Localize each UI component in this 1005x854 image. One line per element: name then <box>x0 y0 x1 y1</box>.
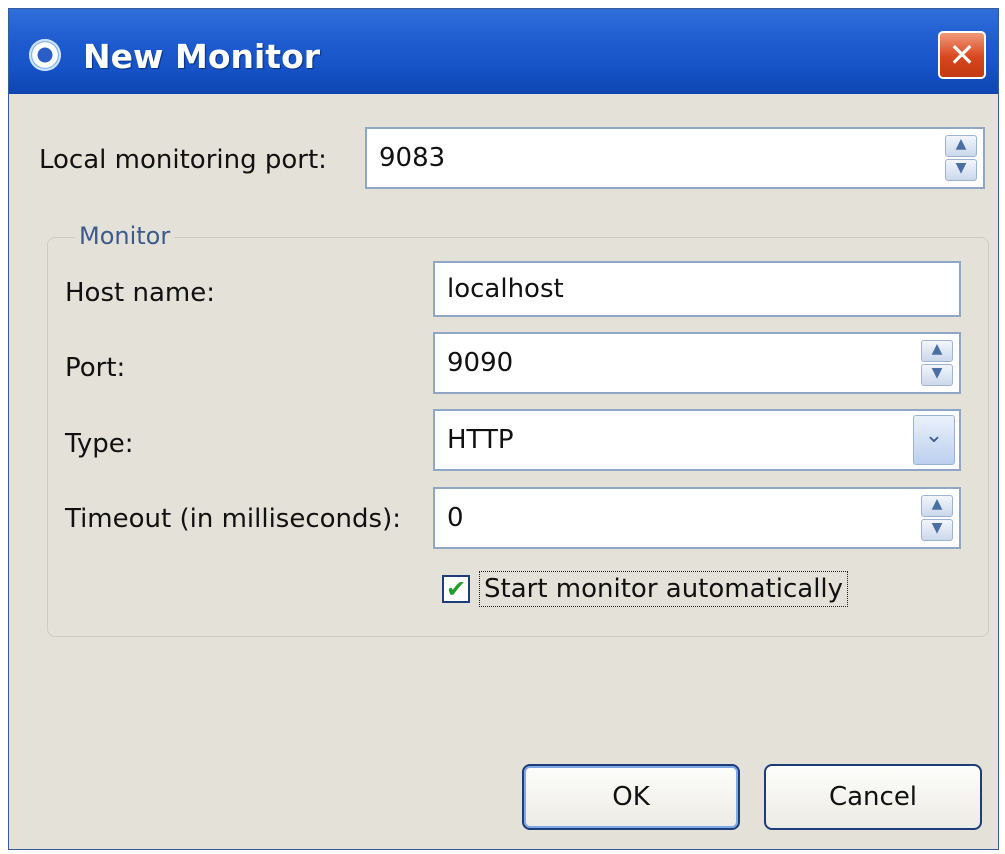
ok-button[interactable]: OK <box>522 764 740 830</box>
host-name-field[interactable]: localhost <box>433 261 961 317</box>
port-label: Port: <box>65 353 126 383</box>
close-icon: ✕ <box>948 36 976 74</box>
host-name-value: localhost <box>447 274 564 304</box>
port-spinner[interactable]: 9090 ▲ ▼ <box>433 332 961 394</box>
timeout-label: Timeout (in milliseconds): <box>65 504 401 534</box>
spin-up-button[interactable]: ▲ <box>921 340 953 362</box>
type-dropdown[interactable]: HTTP ⌄ <box>433 409 961 471</box>
spinner-arrows-icon[interactable]: ▲ ▼ <box>921 340 953 386</box>
spin-up-button[interactable]: ▲ <box>945 135 977 157</box>
local-port-spinner[interactable]: 9083 ▲ ▼ <box>365 127 985 189</box>
title-bar[interactable]: New Monitor ✕ <box>9 9 998 94</box>
host-name-label: Host name: <box>65 278 215 308</box>
local-port-label: Local monitoring port: <box>39 145 327 175</box>
spin-down-button[interactable]: ▼ <box>921 519 953 541</box>
monitor-group-title: Monitor <box>75 222 175 250</box>
dialog-title: New Monitor <box>83 37 321 76</box>
timeout-spinner[interactable]: 0 ▲ ▼ <box>433 487 961 549</box>
type-label: Type: <box>65 429 134 459</box>
auto-start-label[interactable]: Start monitor automatically <box>479 571 849 607</box>
checkmark-icon: ✔ <box>445 575 467 603</box>
new-monitor-dialog: New Monitor ✕ Local monitoring port: 908… <box>8 8 999 850</box>
spinner-arrows-icon[interactable]: ▲ ▼ <box>945 135 977 181</box>
local-port-value: 9083 <box>379 143 446 173</box>
chevron-down-icon[interactable]: ⌄ <box>913 415 955 465</box>
spin-down-button[interactable]: ▼ <box>945 159 977 181</box>
cancel-button[interactable]: Cancel <box>764 764 982 830</box>
spinner-arrows-icon[interactable]: ▲ ▼ <box>921 495 953 541</box>
monitor-app-icon <box>29 39 61 71</box>
auto-start-checkbox[interactable]: ✔ <box>442 575 470 603</box>
close-button[interactable]: ✕ <box>938 31 986 79</box>
port-value: 9090 <box>447 348 514 378</box>
timeout-value: 0 <box>447 503 464 533</box>
spin-up-button[interactable]: ▲ <box>921 495 953 517</box>
type-value: HTTP <box>447 425 514 455</box>
spin-down-button[interactable]: ▼ <box>921 364 953 386</box>
